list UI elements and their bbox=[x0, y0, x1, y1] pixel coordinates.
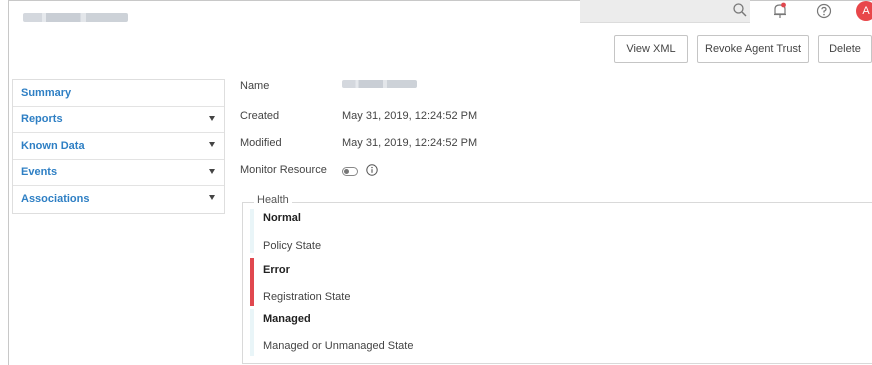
health-description-policy: Policy State bbox=[263, 240, 322, 252]
health-description-registration: Registration State bbox=[263, 291, 351, 303]
sidebar-item-summary[interactable]: Summary bbox=[13, 80, 224, 107]
search-icon[interactable] bbox=[732, 2, 748, 18]
caret-down-icon[interactable] bbox=[209, 168, 215, 174]
sidebar: Summary Reports Known Data Events Associ… bbox=[12, 79, 225, 214]
modified-label: Modified bbox=[240, 137, 282, 149]
sidebar-item-label: Reports bbox=[21, 113, 63, 126]
health-indicator-normal bbox=[250, 209, 254, 253]
created-value: May 31, 2019, 12:24:52 PM bbox=[342, 110, 478, 122]
created-label: Created bbox=[240, 110, 280, 122]
health-description-managed: Managed or Unmanaged State bbox=[263, 340, 414, 352]
delete-button[interactable]: Delete bbox=[818, 35, 872, 63]
sidebar-item-label: Summary bbox=[21, 86, 72, 99]
health-legend: Health bbox=[254, 194, 292, 206]
info-icon[interactable] bbox=[366, 164, 378, 176]
revoke-agent-trust-button[interactable]: Revoke Agent Trust bbox=[697, 35, 809, 63]
name-value-redacted bbox=[342, 80, 417, 88]
modified-value: May 31, 2019, 12:24:52 PM bbox=[342, 137, 478, 149]
sidebar-item-associations[interactable]: Associations bbox=[13, 186, 224, 213]
sidebar-item-events[interactable]: Events bbox=[13, 160, 224, 186]
bell-icon[interactable] bbox=[772, 2, 788, 20]
caret-down-icon[interactable] bbox=[209, 195, 215, 200]
monitor-resource-label: Monitor Resource bbox=[240, 164, 327, 176]
page-title-redacted bbox=[23, 13, 128, 22]
caret-down-icon[interactable] bbox=[209, 115, 215, 121]
sidebar-item-label: Known Data bbox=[21, 139, 85, 152]
health-indicator-error bbox=[250, 258, 254, 306]
monitor-resource-toggle[interactable] bbox=[342, 167, 358, 176]
sidebar-item-label: Events bbox=[21, 166, 58, 179]
health-state-managed: Managed bbox=[263, 313, 311, 325]
health-indicator-managed bbox=[250, 309, 254, 356]
search-input[interactable] bbox=[580, 0, 750, 23]
sidebar-item-label: Associations bbox=[21, 193, 90, 206]
sidebar-item-known-data[interactable]: Known Data bbox=[13, 133, 224, 160]
view-xml-button[interactable]: View XML bbox=[614, 35, 688, 63]
sidebar-item-reports[interactable]: Reports bbox=[13, 107, 224, 133]
toggle-knob bbox=[344, 169, 349, 174]
avatar[interactable]: A bbox=[856, 1, 872, 21]
health-state-error: Error bbox=[263, 264, 290, 276]
caret-down-icon[interactable] bbox=[209, 142, 215, 147]
help-icon[interactable] bbox=[816, 3, 832, 19]
name-label: Name bbox=[240, 80, 270, 92]
health-state-normal: Normal bbox=[263, 212, 301, 224]
